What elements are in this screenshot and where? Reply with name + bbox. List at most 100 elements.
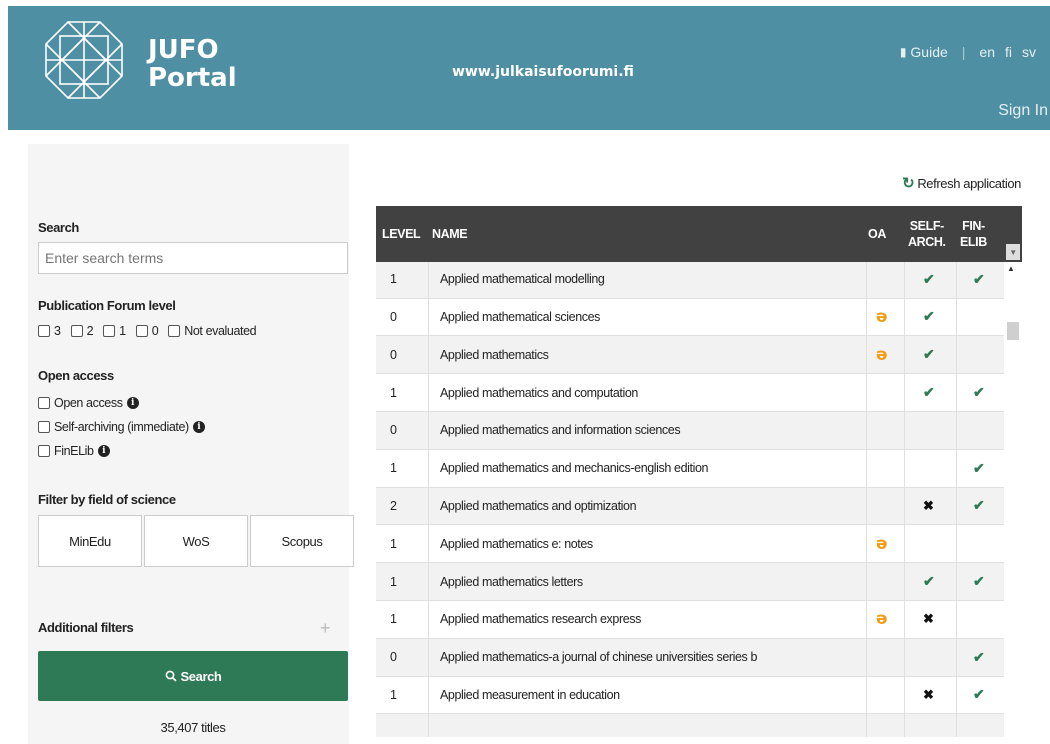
column-divider	[866, 260, 867, 298]
table-row[interactable]: 1 Applied mathematics letters ✔ ✔	[376, 563, 1004, 601]
cell-name[interactable]: Applied mathematics and optimization	[440, 488, 637, 525]
lang-fi[interactable]: fi	[1005, 44, 1012, 60]
info-icon[interactable]: i	[126, 397, 139, 409]
column-divider	[904, 600, 905, 638]
self-archiving-check-icon: ✔	[923, 308, 935, 325]
search-button[interactable]: Search	[38, 651, 348, 701]
additional-filters-label[interactable]: Additional filters	[38, 620, 134, 635]
info-icon[interactable]: i	[97, 445, 110, 457]
column-divider	[956, 298, 957, 336]
scopus-button[interactable]: Scopus	[250, 515, 354, 567]
table-row[interactable]: 1 Applied mathematical modelling ✔ ✔	[376, 260, 1004, 299]
table-row[interactable]: 0 Applied mathematics-a journal of chines…	[376, 638, 1004, 677]
header-level[interactable]: LEVEL	[382, 206, 421, 262]
open-access-icon: ə	[876, 344, 888, 365]
level-0-checkbox[interactable]: 0	[135, 324, 159, 338]
level-label: Publication Forum level	[38, 298, 176, 313]
plus-icon[interactable]: +	[320, 618, 331, 639]
cell-name[interactable]: Applied measurement in education	[440, 677, 620, 714]
column-divider	[866, 487, 867, 525]
table-row[interactable]: 0 Applied mathematics and information sci…	[376, 411, 1004, 450]
column-menu-icon[interactable]: ▼	[1006, 244, 1020, 260]
cell-level: 1	[390, 272, 397, 287]
table-row[interactable]: 1 Applied mathematics research express ə ✖	[376, 600, 1004, 639]
table-row[interactable]: 0 Applied mathematics ə ✔	[376, 336, 1004, 375]
column-divider	[866, 525, 867, 563]
refresh-application-link[interactable]: ↻ Refresh application	[902, 174, 1021, 192]
table-scrollbar[interactable]: ▲	[1006, 262, 1020, 737]
cell-name[interactable]: Applied mathematical sciences	[440, 299, 600, 336]
column-divider	[866, 638, 867, 676]
column-divider	[866, 714, 867, 737]
column-divider	[866, 563, 867, 600]
table-row[interactable]	[376, 714, 1004, 737]
table-row[interactable]: 2 Applied mathematics and optimization ✖ ✔	[376, 487, 1004, 526]
self-archiving-checkbox[interactable]: Self-archiving (immediate) i	[38, 420, 205, 434]
column-divider	[866, 298, 867, 336]
cell-level: 1	[390, 536, 397, 551]
minedu-button[interactable]: MinEdu	[38, 515, 142, 567]
column-divider	[956, 600, 957, 638]
self-archiving-cross-icon: ✖	[923, 497, 934, 513]
table-body: 1Applied mathematical finance✖✔1Applied …	[376, 223, 1004, 737]
column-divider	[956, 260, 957, 298]
brand-name[interactable]: JUFO Portal	[148, 36, 237, 92]
column-divider	[956, 411, 957, 449]
cell-name[interactable]: Applied mathematical modelling	[440, 261, 605, 298]
column-divider	[866, 411, 867, 449]
header-self-archiving[interactable]: SELF- ARCH.	[908, 206, 946, 262]
cell-level: 2	[390, 498, 397, 513]
lang-sv[interactable]: sv	[1022, 44, 1036, 60]
header-name[interactable]: NAME	[432, 206, 468, 262]
level-1-checkbox[interactable]: 1	[103, 324, 126, 338]
jufo-logo-icon[interactable]	[44, 20, 124, 100]
header-oa[interactable]: OA	[868, 206, 886, 262]
finelib-checkbox[interactable]: FinELib i	[38, 444, 110, 458]
cell-name[interactable]: Applied mathematics and computation	[440, 374, 638, 411]
table-row[interactable]: 1 Applied mathematics and computation ✔ ✔	[376, 374, 1004, 412]
table-row[interactable]: 1 Applied mathematics and mechanics-engli…	[376, 449, 1004, 488]
search-input[interactable]	[38, 242, 348, 274]
finelib-check-icon: ✔	[973, 573, 985, 590]
self-archiving-cross-icon: ✖	[923, 611, 934, 627]
finelib-check-icon: ✔	[973, 497, 985, 514]
table-row[interactable]: 1 Applied mathematics e: notes ə	[376, 525, 1004, 564]
guide-link[interactable]: Guide	[910, 44, 947, 60]
column-divider	[428, 714, 429, 737]
level-not-evaluated-checkbox[interactable]: Not evaluated	[168, 324, 257, 338]
info-icon[interactable]: i	[192, 421, 205, 433]
scroll-up-icon[interactable]: ▲	[1007, 264, 1015, 273]
scrollbar-thumb[interactable]	[1007, 322, 1019, 340]
cell-name[interactable]: Applied mathematics research express	[440, 601, 641, 638]
titles-count: 35,407 titles	[160, 720, 226, 735]
search-button-label: Search	[180, 668, 222, 684]
wos-button[interactable]: WoS	[144, 515, 248, 567]
header-finelib[interactable]: FIN- ELIB	[960, 206, 987, 262]
table-row[interactable]: 0 Applied mathematical sciences ə ✔	[376, 298, 1004, 337]
cell-name[interactable]: Applied mathematics letters	[440, 563, 583, 600]
cell-name[interactable]: Applied mathematics	[440, 336, 549, 373]
cell-level: 0	[390, 650, 397, 665]
cell-level: 0	[390, 309, 397, 324]
level-2-checkbox[interactable]: 2	[70, 324, 94, 338]
column-divider	[428, 638, 429, 676]
cell-name[interactable]: Applied mathematics and information scie…	[440, 412, 681, 449]
table-row[interactable]: 1 Applied measurement in education ✖ ✔	[376, 676, 1004, 715]
cell-level: 0	[390, 347, 397, 362]
results-table: 1Applied mathematical finance✖✔1Applied …	[376, 206, 1022, 737]
column-divider	[904, 374, 905, 411]
level-3-checkbox[interactable]: 3	[38, 324, 61, 338]
open-access-checkbox[interactable]: Open access i	[38, 396, 139, 410]
column-divider	[428, 449, 429, 487]
column-divider	[904, 563, 905, 600]
column-divider	[428, 487, 429, 525]
site-url[interactable]: www.julkaisufoorumi.fi	[452, 64, 634, 80]
cell-level: 1	[390, 461, 397, 476]
column-divider	[428, 374, 429, 411]
cell-name[interactable]: Applied mathematics and mechanics-englis…	[440, 450, 708, 487]
cell-name[interactable]: Applied mathematics-a journal of chinese…	[440, 639, 757, 676]
refresh-icon: ↻	[902, 175, 915, 192]
cell-name[interactable]: Applied mathematics e: notes	[440, 525, 593, 562]
sign-in-link[interactable]: Sign In	[998, 102, 1048, 120]
lang-en[interactable]: en	[979, 44, 995, 60]
